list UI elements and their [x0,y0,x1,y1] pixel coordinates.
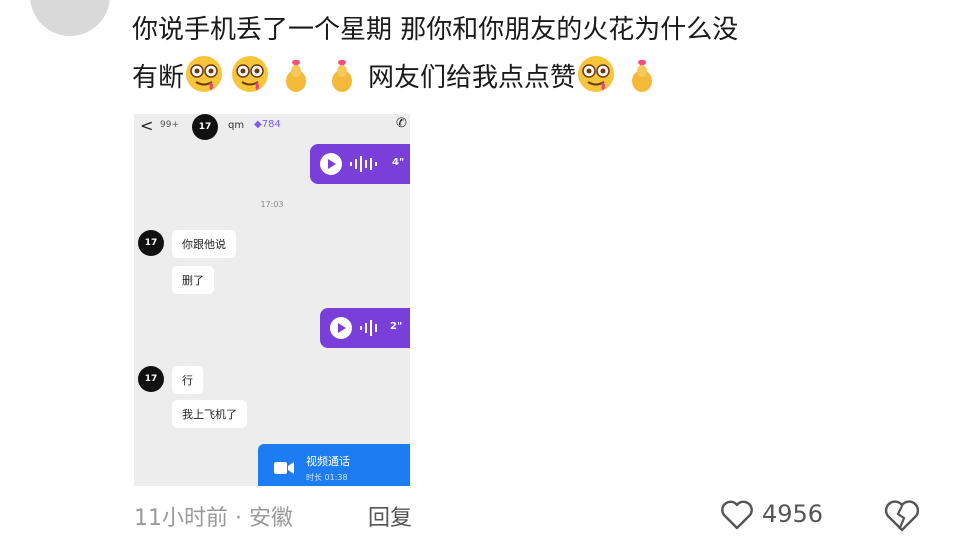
finger-heart-emoji-icon [286,59,307,92]
contact-avatar: 17 [192,114,218,140]
unread-badge: 99+ [160,120,179,130]
back-arrow-icon: < [140,116,154,135]
finger-heart-emoji-icon [632,59,653,92]
friend-avatar-label: 17 [144,374,158,384]
video-call-bubble: 视频通话 时长 01:38 [258,444,410,486]
play-icon [330,317,352,339]
phone-icon: ✆ [396,116,407,131]
like-count: 4956 [762,500,824,528]
voice-message-1: 4" [310,144,410,184]
message-bubble: 我上飞机了 [172,400,247,428]
comment-line-2: 有断 网友们给我点点赞 [132,54,932,102]
drooling-face-emoji-icon [232,56,269,92]
play-icon [320,153,342,175]
waveform-icon [350,156,377,172]
chat-timestamp: 17:03 [260,200,284,209]
video-call-duration: 时长 01:38 [306,473,348,482]
comment-meta: 11小时前 · 安徽 [134,506,293,531]
friend-avatar-label: 17 [144,238,158,248]
reply-button[interactable]: 回复 [368,500,412,532]
drooling-face-emoji-icon [186,56,223,92]
message-bubble: 你跟他说 [172,230,236,258]
comment-text-part-1: 有断 [132,63,185,93]
video-camera-icon [274,462,294,474]
voice-duration: 2" [390,321,403,332]
comment-text: 你说手机丢了一个星期 那你和你朋友的火花为什么没 有断 网友们给我点点赞 [132,6,932,102]
gem-count: ◆784 [254,119,281,130]
attached-chat-screenshot[interactable]: < 99+ 17 qm ◆784 ✆ 4" 17:03 17 你跟他说 删了 2… [134,114,410,486]
friend-avatar: 17 [138,230,164,256]
dislike-button[interactable] [884,500,920,536]
comment-text-part-2: 网友们给我点点赞 [368,63,577,93]
broken-heart-icon [884,500,920,532]
heart-icon [721,500,753,530]
message-bubble: 行 [172,366,203,394]
drooling-face-emoji-icon [578,56,615,92]
contact-avatar-label: 17 [198,122,212,132]
contact-name: qm [228,120,245,131]
waveform-icon [360,320,377,336]
commenter-avatar[interactable] [30,0,110,36]
voice-duration: 4" [392,157,405,168]
comment-line-1: 你说手机丢了一个星期 那你和你朋友的火花为什么没 [132,15,739,45]
finger-heart-emoji-icon [332,59,353,92]
friend-avatar: 17 [138,366,164,392]
message-bubble: 删了 [172,266,214,294]
video-call-title: 视频通话 [306,455,350,468]
voice-message-2: 2" [320,308,410,348]
gem-count-value: 784 [261,119,281,130]
chat-topbar: < 99+ 17 qm ◆784 ✆ [134,114,410,140]
